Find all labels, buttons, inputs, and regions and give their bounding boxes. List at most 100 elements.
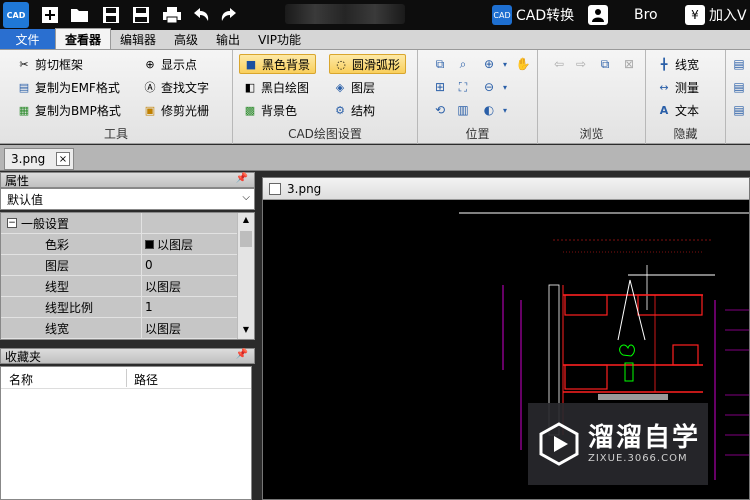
property-value[interactable]: 以图层 [143,318,237,338]
structure-label: 结构 [351,103,376,118]
user-icon [588,5,608,25]
document-tab-name: 3.png [11,152,46,166]
print-icon[interactable] [160,3,184,27]
property-value[interactable]: 以图层 [143,276,237,296]
clip-frame-icon: ✂ [19,57,29,71]
app-logo-text: CAD [6,10,26,20]
background-color-button[interactable]: ▩ 背景色 [242,100,297,120]
menu-vip[interactable]: VIP功能 [249,29,310,49]
column-path[interactable]: 路径 [134,371,158,388]
layers-button[interactable]: ◈ 图层 [332,77,375,97]
measure-button[interactable]: ↔ 测量 [656,77,699,97]
back-arrow-icon[interactable]: ⇦ [550,55,568,73]
section-general[interactable]: − 一般设置 [1,213,237,234]
view-icon[interactable]: ▥ [454,101,472,119]
properties-title: 属性 [5,173,30,188]
chevron-down-icon: ⌵ [242,192,250,203]
forward-arrow-icon[interactable]: ⇨ [572,55,590,73]
property-row[interactable]: 色彩 以图层 [1,234,237,255]
smooth-arc-button[interactable]: ◌ 圆滑弧形 [329,54,407,74]
scroll-up-icon[interactable]: ▲ [240,215,252,227]
property-row[interactable]: 线型 以图层 [1,276,237,297]
menu-file[interactable]: 文件 [0,29,55,49]
black-background-icon: ■ [245,57,257,71]
app-logo: CAD [3,2,29,28]
scroll-down-icon[interactable]: ▼ [240,325,252,337]
menu-output[interactable]: 输出 [207,29,249,49]
overflow-icon-2[interactable]: ▤ [730,78,748,96]
user-name[interactable]: Bro [634,0,658,30]
rotate-icon[interactable]: ⟲ [431,101,449,119]
property-row[interactable]: 图层 0 [1,255,237,276]
line-width-button[interactable]: ╋ 线宽 [656,54,699,74]
menu-advanced[interactable]: 高级 [165,29,207,49]
copy-bmp-button[interactable]: ▦ 复制为BMP格式 [16,100,121,120]
show-points-label: 显示点 [161,57,198,72]
property-value[interactable]: 0 [143,255,237,275]
group-cad-draw-settings: ■ 黑色背景 ◧ 黑白绘图 ▩ 背景色 ◌ 圆滑弧形 ◈ 图层 ⚙ 结构 CAD… [233,50,418,144]
property-key: 线型 [1,276,142,296]
show-points-button[interactable]: ⊕ 显示点 [142,54,197,74]
pin-icon[interactable]: 📌 [236,349,248,360]
image-file-icon [269,182,281,195]
copy-emf-label: 复制为EMF格式 [35,80,120,95]
menu-viewer[interactable]: 查看器 [55,28,112,49]
fit-window-icon[interactable]: ⧉ [431,55,449,73]
property-scrollbar[interactable]: ▲ ▼ [237,213,254,339]
property-value[interactable]: 以图层 [143,234,237,254]
close-view-icon[interactable]: ⊠ [620,55,638,73]
structure-button[interactable]: ⚙ 结构 [332,100,375,120]
document-tab[interactable]: 3.png × [4,148,74,170]
undo-icon[interactable] [189,3,213,27]
find-text-button[interactable]: Ⓐ 查找文字 [142,77,210,97]
properties-selector[interactable]: 默认值 ⌵ [0,188,255,210]
save-icon[interactable] [99,3,123,27]
scroll-thumb[interactable] [240,231,252,247]
zoom-in-dropdown-icon[interactable]: ▾ [496,55,514,73]
column-name[interactable]: 名称 [9,371,33,388]
user-account[interactable] [588,0,612,30]
property-value-text: 以图层 [157,237,194,252]
pan-hand-icon[interactable]: ✋ [514,55,532,73]
bw-draw-button[interactable]: ◧ 黑白绘图 [242,77,309,97]
close-icon[interactable]: × [56,152,70,166]
trim-raster-button[interactable]: ▣ 修剪光栅 [142,100,209,120]
3d-orbit-dropdown-icon[interactable]: ▾ [496,101,514,119]
property-key: 色彩 [1,234,142,254]
property-row[interactable]: 线型比例 1 [1,297,237,318]
property-grid: − 一般设置 色彩 以图层 图层 0 线型 以图层 线型比例 1 线宽 以图层 … [0,212,255,340]
overflow-icon-3[interactable]: ▤ [730,101,748,119]
open-folder-icon[interactable] [68,3,92,27]
join-vip-button[interactable]: ¥ 加入V [685,0,747,30]
cad-convert-button[interactable]: CAD CAD转换 [492,0,574,30]
property-value[interactable]: 1 [143,297,237,317]
copy-emf-button[interactable]: ▤ 复制为EMF格式 [16,77,120,97]
background-color-icon: ▩ [244,103,256,117]
line-width-icon: ╋ [660,57,668,71]
zoom-all-icon[interactable]: ⛶ [454,78,472,96]
black-background-button[interactable]: ■ 黑色背景 [239,54,317,74]
redo-icon[interactable] [217,3,241,27]
color-swatch [145,239,154,249]
menu-editor[interactable]: 编辑器 [111,29,165,49]
pin-icon[interactable]: 📌 [236,173,248,184]
overflow-icon-1[interactable]: ▤ [730,55,748,73]
property-key: 图层 [1,255,142,275]
collapse-icon[interactable]: − [7,218,17,228]
zoom-out-dropdown-icon[interactable]: ▾ [496,78,514,96]
save-as-icon[interactable] [129,3,153,27]
find-text-label: 查找文字 [161,80,210,95]
trim-raster-icon: ▣ [144,103,156,117]
zoom-rect-icon[interactable]: ⌕ [454,55,472,73]
find-text-icon: Ⓐ [144,81,156,94]
cad-convert-label: CAD转换 [516,8,575,24]
background-color-label: 背景色 [261,103,298,118]
text-button[interactable]: A 文本 [656,100,699,120]
property-row[interactable]: 线宽 以图层 [1,318,237,339]
section-general-label: 一般设置 [21,216,70,231]
clip-frame-button[interactable]: ✂ 剪切框架 [16,54,83,74]
new-file-icon[interactable] [38,3,62,27]
zoom-extents-icon[interactable]: ⊞ [431,78,449,96]
yen-icon: ¥ [685,5,705,25]
open-external-icon[interactable]: ⧉ [596,55,614,73]
